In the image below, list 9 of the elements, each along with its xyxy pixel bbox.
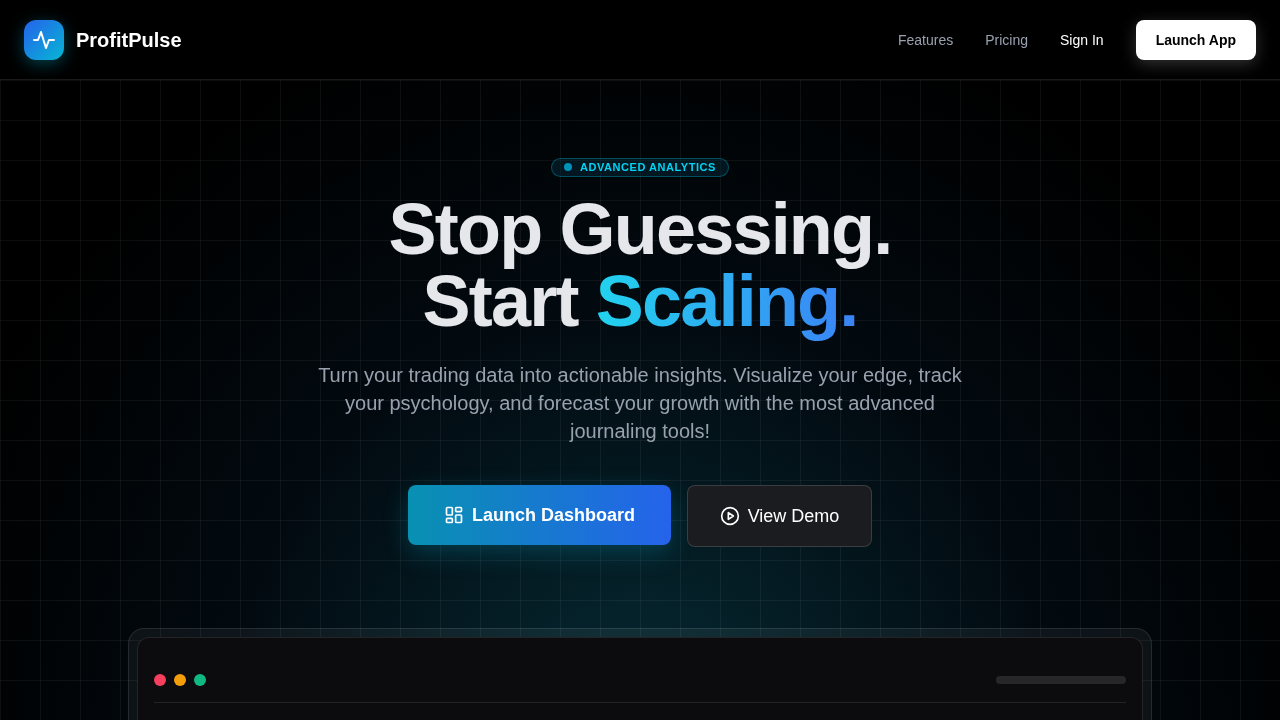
view-demo-button[interactable]: View Demo — [687, 484, 872, 547]
nav-link[interactable]: Features — [898, 29, 954, 50]
brand-name: ProfitPulse — [76, 27, 182, 53]
nav-link[interactable]: Sign In — [1060, 29, 1104, 50]
nav-link[interactable]: Pricing — [985, 29, 1029, 50]
launch-dashboard-button[interactable]: Launch Dashboard — [408, 484, 671, 545]
launch-app-button[interactable]: Launch App — [1135, 19, 1256, 60]
hero-description: Turn your trading data into actionable insights. Visualize your edge, track your psychology, and forecast your growth with the most advanced journaling tools! — [317, 362, 963, 444]
badge-label: ADVANCED ANALYTICS — [580, 160, 716, 175]
